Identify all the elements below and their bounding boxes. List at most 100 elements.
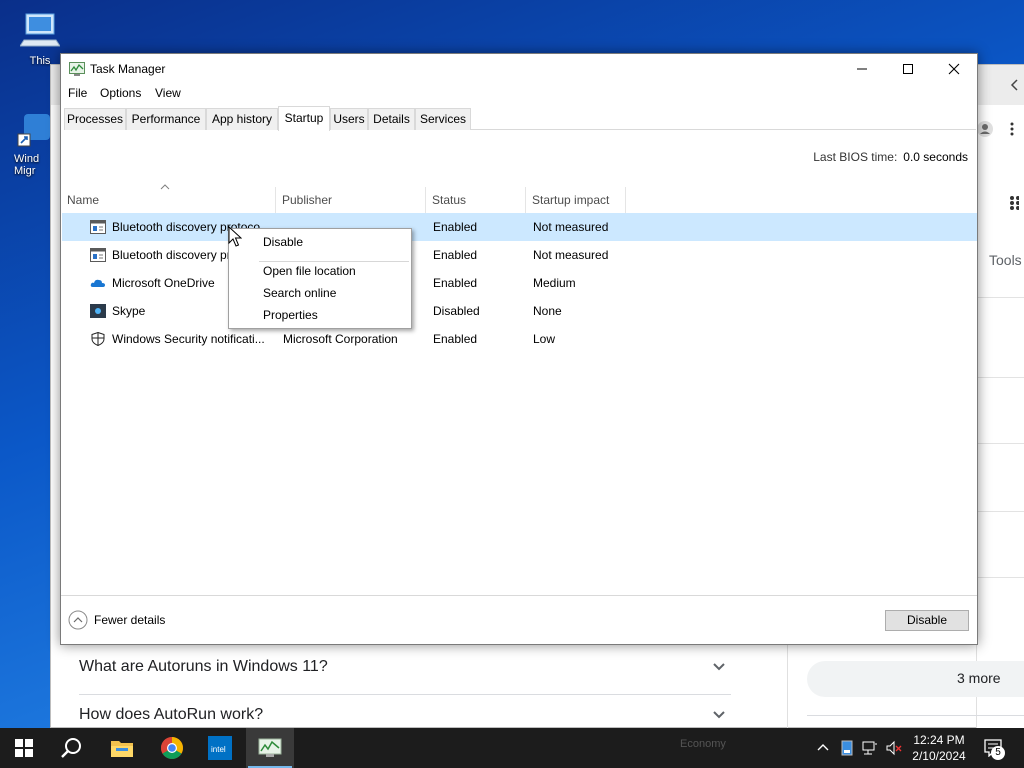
tools-link[interactable]: Tools: [989, 252, 1022, 268]
divider: [976, 577, 1024, 578]
row-impact: Low: [533, 332, 556, 346]
folder-icon: [111, 741, 133, 757]
apps-grid-icon[interactable]: [1009, 195, 1019, 211]
row-impact: Medium: [533, 276, 576, 290]
tab-startup[interactable]: Startup: [278, 106, 330, 131]
row-impact: Not measured: [533, 248, 609, 262]
row-publisher: Microsoft Corporation: [283, 332, 398, 346]
footer-bar: Fewer details Disable: [61, 595, 977, 644]
row-status: Enabled: [433, 248, 478, 262]
context-menu-disable[interactable]: Disable: [263, 235, 303, 249]
tab-users[interactable]: Users: [330, 108, 368, 130]
column-header-publisher[interactable]: Publisher: [282, 187, 426, 213]
context-menu-open-file-location[interactable]: Open file location: [263, 264, 356, 278]
table-row[interactable]: Bluetooth discovery pr Enabled Not measu…: [62, 241, 977, 269]
generic-app-icon: [90, 248, 106, 262]
chrome-icon: [161, 737, 183, 759]
taskbar-file-explorer[interactable]: [98, 728, 146, 768]
chevron-up-circle-icon[interactable]: [68, 610, 88, 630]
svg-text:intel: intel: [211, 745, 226, 754]
taskbar-task-manager[interactable]: [246, 728, 294, 768]
tablet-icon[interactable]: [839, 740, 855, 756]
tab-app-history[interactable]: App history: [206, 108, 278, 130]
close-button[interactable]: [931, 54, 977, 84]
mouse-cursor-icon: [228, 226, 242, 247]
notification-count-badge: 5: [991, 746, 1005, 760]
clock-time: 12:24 PM: [913, 733, 965, 747]
column-header-startup-impact[interactable]: Startup impact: [532, 187, 626, 213]
taskbar-intel[interactable]: intel: [196, 728, 244, 768]
more-vert-icon[interactable]: [1009, 121, 1015, 137]
bios-time-value: 0.0 seconds: [903, 150, 968, 164]
fewer-details-link[interactable]: Fewer details: [94, 613, 165, 627]
start-button[interactable]: [0, 728, 48, 768]
chevron-down-icon: [713, 711, 725, 719]
row-status: Disabled: [433, 304, 480, 318]
minimize-button[interactable]: [839, 54, 885, 84]
shield-icon: [91, 332, 105, 346]
more-results-label: 3 more: [957, 670, 1001, 686]
maximize-icon: [903, 64, 913, 74]
close-icon: [948, 63, 960, 75]
faq-item[interactable]: What are Autoruns in Windows 11?: [79, 647, 731, 695]
divider: [807, 715, 1024, 716]
row-impact: Not measured: [533, 220, 609, 234]
taskbar-chrome[interactable]: [148, 728, 196, 768]
table-row[interactable]: Bluetooth discovery protoco Enabled Not …: [62, 213, 977, 241]
divider: [976, 443, 1024, 444]
row-status: Enabled: [433, 220, 478, 234]
task-manager-window: Task Manager File Options View Processes…: [60, 53, 978, 645]
intel-icon: intel: [208, 736, 232, 760]
chevron-up-icon[interactable]: [815, 740, 831, 756]
maximize-button[interactable]: [885, 54, 931, 84]
row-impact: None: [533, 304, 562, 318]
title-bar[interactable]: Task Manager: [61, 54, 977, 84]
table-row[interactable]: Skype Disabled None: [62, 297, 977, 325]
divider: [976, 297, 1024, 298]
table-row[interactable]: Microsoft OneDrive Enabled Medium: [62, 269, 977, 297]
menu-options[interactable]: Options: [100, 86, 141, 100]
clock-date: 2/10/2024: [912, 749, 966, 763]
context-menu: Disable Open file location Search online…: [228, 228, 412, 329]
search-button[interactable]: [48, 728, 96, 768]
computer-icon: [19, 13, 61, 47]
column-header-status[interactable]: Status: [432, 187, 526, 213]
account-icon[interactable]: [977, 121, 993, 137]
more-results-button[interactable]: 3 more: [807, 661, 1024, 697]
tab-details[interactable]: Details: [368, 108, 415, 130]
faq-question: What are Autoruns in Windows 11?: [79, 658, 328, 675]
table-row[interactable]: Windows Security notificati... Microsoft…: [62, 325, 977, 353]
window-title: Task Manager: [90, 62, 166, 76]
row-name: Windows Security notificati...: [112, 332, 265, 346]
disable-button[interactable]: Disable: [885, 610, 969, 631]
generic-app-icon: [90, 220, 106, 234]
tab-services[interactable]: Services: [415, 108, 471, 130]
system-clock[interactable]: 12:24 PM 2/10/2024: [900, 732, 978, 764]
row-status: Enabled: [433, 332, 478, 346]
context-menu-separator: [259, 261, 409, 262]
column-header-name[interactable]: Name: [67, 187, 276, 213]
search-icon: [61, 738, 81, 758]
network-icon[interactable]: [862, 740, 878, 756]
divider: [976, 511, 1024, 512]
menu-bar: File Options View: [61, 84, 977, 104]
taskbar: intel Economy 12:24 PM 2/10/2024: [0, 728, 1024, 768]
context-menu-properties[interactable]: Properties: [263, 308, 318, 322]
chevron-left-icon[interactable]: [1009, 79, 1021, 91]
chevron-down-icon: [713, 663, 725, 671]
tab-performance[interactable]: Performance: [126, 108, 206, 130]
onedrive-icon: [90, 279, 105, 287]
bios-time: Last BIOS time: 0.0 seconds: [813, 150, 968, 164]
row-status: Enabled: [433, 276, 478, 290]
bios-time-label: Last BIOS time:: [813, 150, 898, 164]
context-menu-search-online[interactable]: Search online: [263, 286, 336, 300]
windows-logo-icon: [15, 739, 33, 757]
menu-file[interactable]: File: [68, 86, 87, 100]
menu-view[interactable]: View: [155, 86, 181, 100]
tab-strip: Processes Performance App history Startu…: [64, 106, 976, 131]
tab-processes[interactable]: Processes: [64, 108, 126, 130]
minimize-icon: [857, 68, 867, 70]
divider: [787, 645, 788, 729]
taskbar-search-hint: Economy: [680, 738, 726, 750]
task-manager-icon: [69, 62, 85, 76]
